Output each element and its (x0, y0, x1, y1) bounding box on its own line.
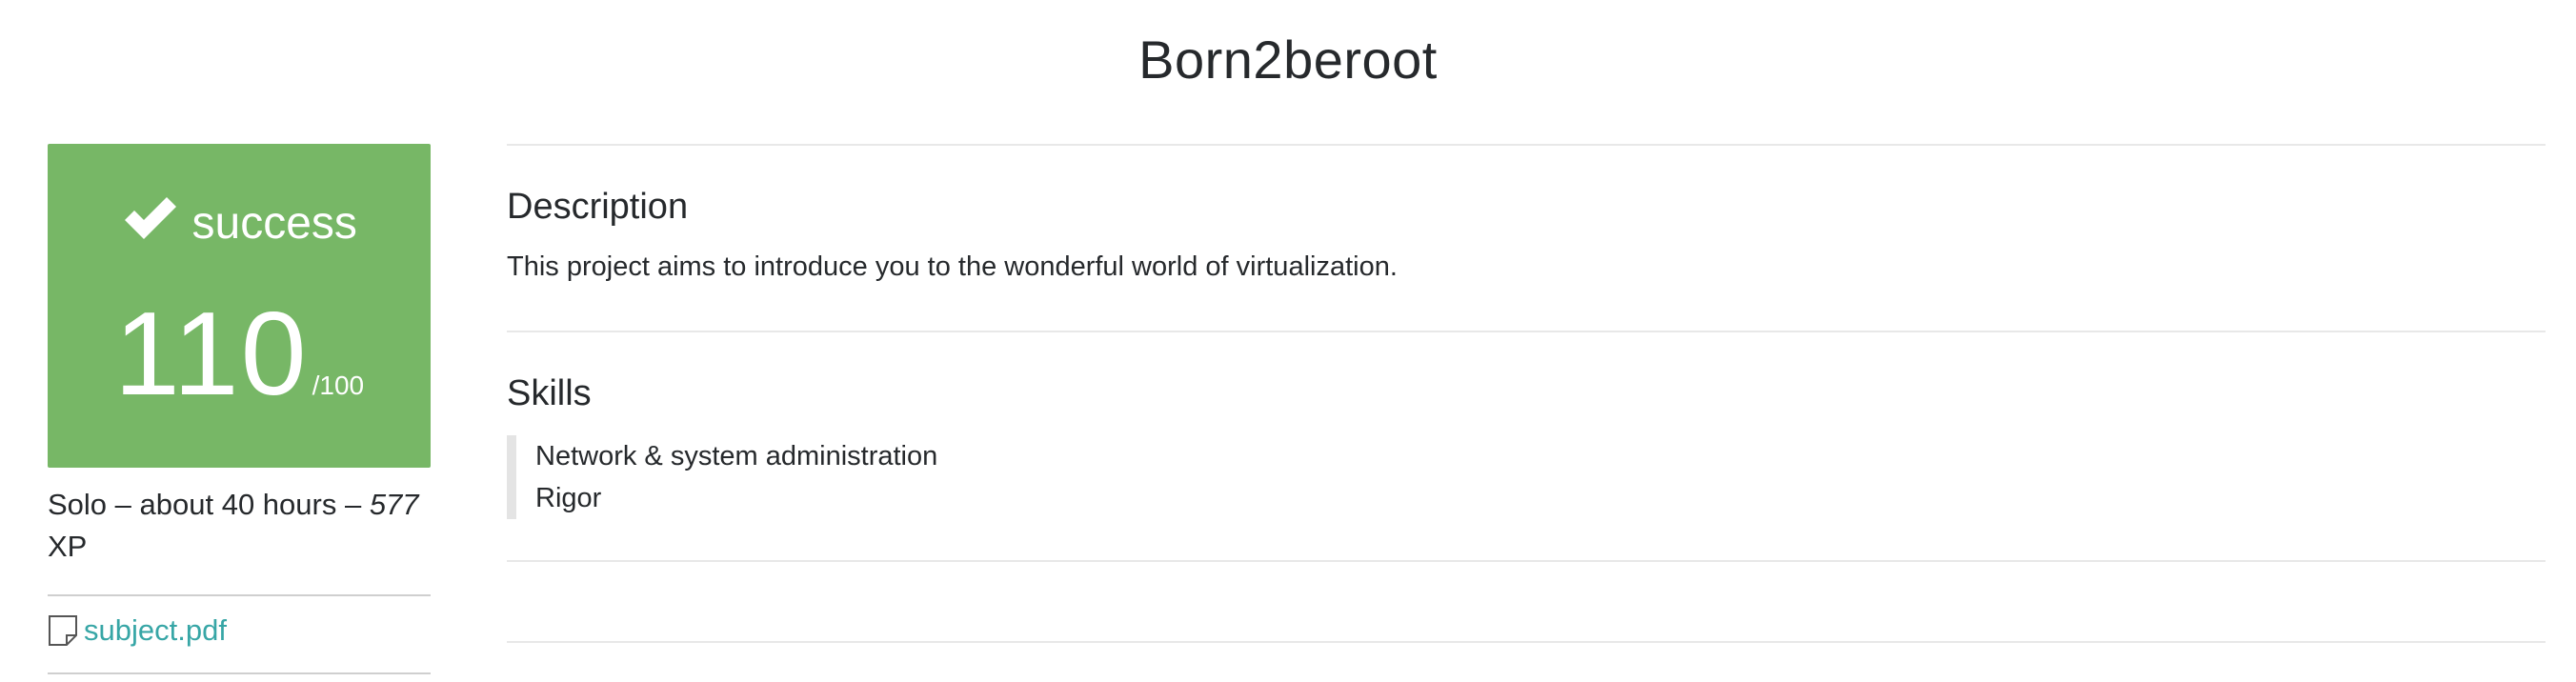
attachment-item[interactable]: subject.pdf (48, 610, 227, 652)
section-divider (507, 331, 2546, 332)
sidebar-divider-top (48, 594, 431, 596)
page-title: Born2beroot (1138, 30, 1438, 90)
checkmark-icon (121, 193, 180, 243)
skill-item: Network & system administration (535, 441, 938, 471)
status-row: success (48, 196, 431, 250)
score-row: 110/100 (48, 287, 431, 422)
description-text: This project aims to introduce you to th… (507, 251, 1398, 282)
description-section: Description (507, 187, 2546, 228)
xp-unit: XP (48, 530, 88, 563)
skill-item: Rigor (535, 483, 602, 513)
description-heading: Description (507, 187, 689, 227)
document-icon (48, 614, 78, 647)
header-divider (507, 144, 2546, 146)
description-body: This project aims to introduce you to th… (507, 251, 2546, 283)
score-max: /100 (312, 371, 365, 400)
subject-pdf-link[interactable]: subject.pdf (84, 613, 227, 648)
meta-info: Solo – about 40 hours – (48, 488, 370, 521)
score-value: 110 (113, 289, 309, 420)
section-divider (507, 560, 2546, 562)
skills-section: Skills (507, 373, 2546, 414)
skills-heading: Skills (507, 373, 592, 413)
skills-list: Network & system administration Rigor (507, 435, 937, 519)
sidebar-divider-bottom (48, 672, 431, 674)
section-divider (507, 641, 2546, 643)
project-meta: Solo – about 40 hours – 577 XP (48, 484, 431, 568)
xp-value: 577 (369, 488, 419, 521)
status-label: success (191, 198, 357, 249)
result-panel: success 110/100 (48, 144, 431, 468)
